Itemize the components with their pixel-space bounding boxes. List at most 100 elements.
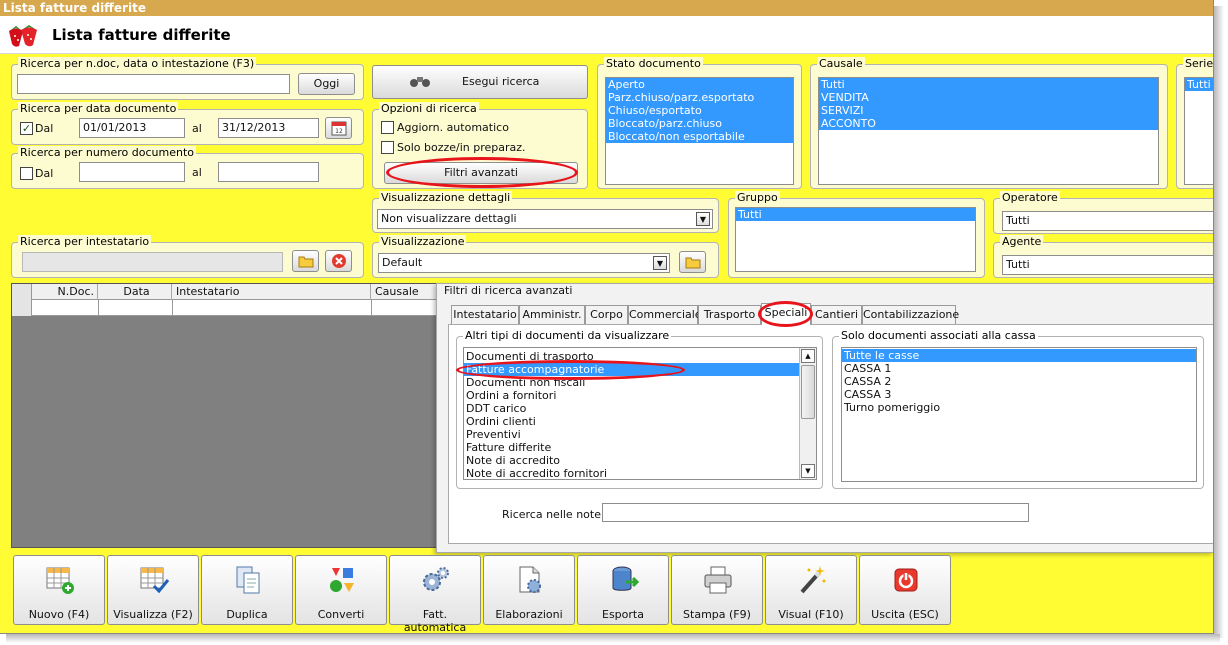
doc-type-item[interactable]: Ordini clienti [464, 415, 816, 428]
document-gear-icon [519, 566, 541, 593]
today-button[interactable]: Oggi [298, 73, 355, 95]
grid-cell-divider [371, 300, 372, 316]
auto-invoice-button[interactable]: Fatt. automatica [389, 555, 481, 633]
page-title: Lista fatture differite [52, 26, 231, 44]
scroll-down-icon[interactable]: ▼ [801, 464, 815, 478]
tab-contabilizzazione[interactable]: Contabilizzazione [862, 305, 959, 324]
auto-update-checkbox[interactable] [381, 121, 394, 134]
exit-button[interactable]: Uscita (ESC) [859, 555, 951, 625]
holder-clear-button[interactable] [325, 250, 352, 272]
tab-intestatario[interactable]: Intestatario [451, 305, 519, 324]
drafts-only-checkbox[interactable] [381, 141, 394, 154]
column-header-holder[interactable]: Intestatario [172, 284, 371, 300]
gears-icon [423, 567, 449, 591]
cash-item-selected[interactable]: Tutte le casse [842, 349, 1196, 362]
doc-status-item[interactable]: Aperto [606, 78, 793, 91]
number-from-checkbox[interactable] [20, 167, 33, 180]
processing-button[interactable]: Elaborazioni [483, 555, 575, 625]
number-to-input[interactable] [218, 162, 319, 182]
cash-item[interactable]: CASSA 2 [842, 375, 1196, 388]
duplicate-label: Duplica [226, 608, 268, 621]
calendar-icon: 12 [331, 121, 346, 136]
view-browse-button[interactable] [679, 251, 706, 273]
execute-search-button[interactable]: Esegui ricerca [372, 65, 588, 99]
group-list[interactable]: Tutti [735, 207, 976, 272]
number-to-label: al [192, 166, 202, 179]
tab-trasporto[interactable]: Trasporto [698, 305, 761, 324]
date-to-input[interactable]: 31/12/2013 [218, 118, 319, 138]
doc-type-item[interactable]: Note di accredito fornitori [464, 467, 816, 479]
operator-select[interactable]: Tutti [1002, 211, 1213, 231]
number-search-legend: Ricerca per numero documento [18, 146, 197, 160]
reason-list[interactable]: Tutti VENDITA SERVIZI ACCONTO [818, 77, 1159, 185]
details-view-select[interactable]: Non visualizzare dettagli ▼ [377, 209, 713, 229]
export-label: Esporta [602, 608, 644, 621]
cash-item[interactable]: Turno pomeriggio [842, 401, 1196, 414]
convert-button[interactable]: Converti [295, 555, 387, 625]
clear-icon [331, 254, 346, 268]
reason-item[interactable]: SERVIZI [819, 104, 1158, 117]
doc-status-legend: Stato documento [604, 57, 703, 71]
doc-type-item[interactable]: Ordini a fornitori [464, 389, 816, 402]
number-from-input[interactable] [79, 162, 185, 182]
grid-cell-divider [172, 300, 173, 316]
power-icon [894, 568, 918, 592]
doc-status-list[interactable]: Aperto Parz.chiuso/parz.esportato Chiuso… [605, 77, 794, 185]
group-item[interactable]: Tutti [736, 208, 975, 221]
documents-grid[interactable] [11, 283, 441, 548]
tab-cantieri[interactable]: Cantieri [811, 305, 862, 324]
column-header-ndoc[interactable]: N.Doc. [32, 284, 98, 300]
cash-list[interactable]: Tutte le casse CASSA 1 CASSA 2 CASSA 3 T… [841, 347, 1197, 482]
export-button[interactable]: Esporta [577, 555, 669, 625]
search-input[interactable] [17, 74, 290, 94]
doc-type-item[interactable]: Fatture differite [464, 441, 816, 454]
column-header-reason[interactable]: Causale [371, 284, 440, 300]
doc-type-item[interactable]: Preventivi [464, 428, 816, 441]
highlight-advanced-filters [386, 157, 578, 188]
doc-status-item[interactable]: Parz.chiuso/parz.esportato [606, 91, 793, 104]
grid-row[interactable] [12, 300, 440, 316]
calendar-button[interactable]: 12 [325, 117, 352, 139]
tab-corpo[interactable]: Corpo [585, 305, 628, 324]
doc-status-item[interactable]: Bloccato/parz.chiuso [606, 117, 793, 130]
folder-icon [685, 257, 700, 269]
date-from-input[interactable]: 01/01/2013 [79, 118, 185, 138]
doc-types-legend: Altri tipi di documenti da visualizzare [463, 329, 672, 343]
holder-input[interactable] [22, 252, 283, 272]
doc-type-item[interactable]: DDT carico [464, 402, 816, 415]
scroll-up-icon[interactable]: ▲ [801, 349, 815, 363]
scroll-thumb[interactable] [801, 365, 815, 419]
reason-legend: Causale [817, 57, 865, 71]
reason-item[interactable]: ACCONTO [819, 117, 1158, 130]
reason-item[interactable]: Tutti [819, 78, 1158, 91]
view-select[interactable]: Default ▼ [378, 253, 670, 273]
date-search-legend: Ricerca per data documento [18, 102, 179, 116]
reason-item[interactable]: VENDITA [819, 91, 1158, 104]
auto-invoice-label: Fatt. automatica [403, 608, 467, 634]
cash-item[interactable]: CASSA 1 [842, 362, 1196, 375]
series-list[interactable]: Tutti [1184, 77, 1213, 185]
duplicate-button[interactable]: Duplica [201, 555, 293, 625]
cash-legend: Solo documenti associati alla cassa [839, 329, 1038, 343]
series-item[interactable]: Tutti [1185, 78, 1213, 91]
doc-status-item[interactable]: Bloccato/non esportabile [606, 130, 793, 143]
doc-types-scrollbar[interactable]: ▲ ▼ [799, 348, 816, 479]
doc-type-item[interactable]: Note di accredito [464, 454, 816, 467]
agent-value: Tutti [1006, 258, 1030, 271]
column-header-date[interactable]: Data [98, 284, 172, 300]
search-options-legend: Opzioni di ricerca [379, 102, 479, 116]
agent-select[interactable]: Tutti [1002, 255, 1213, 275]
print-button[interactable]: Stampa (F9) [671, 555, 763, 625]
doc-status-item[interactable]: Chiuso/esportato [606, 104, 793, 117]
date-from-checkbox[interactable]: ✓ [20, 122, 33, 135]
tab-amministr[interactable]: Amministr. [519, 305, 585, 324]
notes-search-input[interactable] [602, 503, 1029, 522]
details-view-value: Non visualizzare dettagli [381, 212, 517, 225]
cash-item[interactable]: CASSA 3 [842, 388, 1196, 401]
grid-check-icon [140, 567, 170, 594]
holder-browse-button[interactable] [292, 250, 319, 272]
new-button[interactable]: Nuovo (F4) [13, 555, 105, 625]
visual-button[interactable]: Visual (F10) [765, 555, 857, 625]
view-button[interactable]: Visualizza (F2) [107, 555, 199, 625]
tab-commerciale[interactable]: Commerciale [628, 305, 702, 324]
